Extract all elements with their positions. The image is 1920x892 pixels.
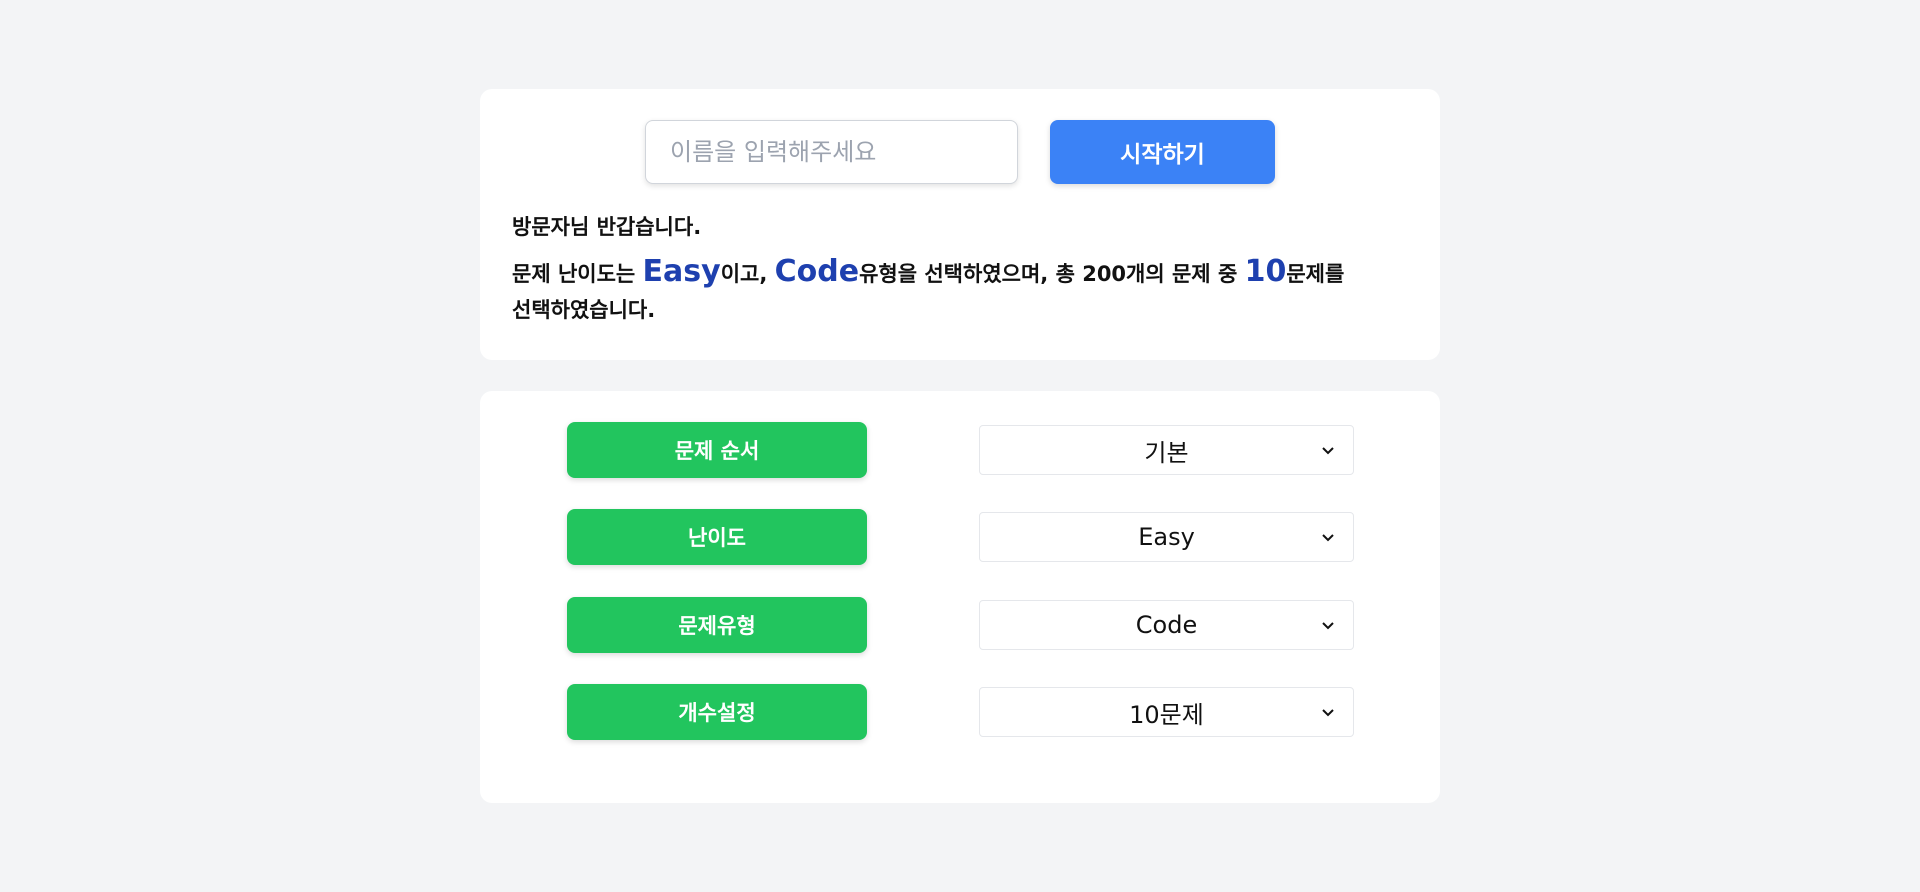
intro-card: 시작하기 방문자님 반갑습니다. 문제 난이도는 Easy이고, Code유형을…	[480, 89, 1440, 360]
count-select[interactable]: 10문제	[979, 687, 1354, 737]
count-label-button[interactable]: 개수설정	[567, 684, 867, 740]
name-input[interactable]	[645, 120, 1018, 184]
type-select[interactable]: Code	[979, 600, 1354, 650]
order-select[interactable]: 기본	[979, 425, 1354, 475]
summary-text: 문제 난이도는	[512, 262, 643, 286]
type-label-button[interactable]: 문제유형	[567, 597, 867, 653]
summary-text: 유형을 선택하였으며, 총 200개의 문제 중	[859, 262, 1245, 286]
summary-difficulty: Easy	[642, 254, 721, 289]
summary-text: 이고,	[720, 262, 775, 286]
settings-card: 문제 순서 기본 난이도 Easy 문제유형 Code 개수설정 10문제	[480, 391, 1440, 803]
order-select-value: 기본	[1144, 438, 1189, 467]
difficulty-select-value: Easy	[1138, 523, 1195, 551]
summary-type: Code	[774, 254, 860, 289]
order-label-button[interactable]: 문제 순서	[567, 422, 867, 478]
chevron-down-icon	[1322, 534, 1334, 542]
setting-row-difficulty: 난이도 Easy	[480, 509, 1440, 565]
difficulty-select[interactable]: Easy	[979, 512, 1354, 562]
selection-summary: 문제 난이도는 Easy이고, Code유형을 선택하였으며, 총 200개의 …	[512, 254, 1412, 328]
chevron-down-icon	[1322, 622, 1334, 630]
count-select-value: 10문제	[1129, 700, 1204, 729]
setting-row-type: 문제유형 Code	[480, 597, 1440, 653]
setting-row-order: 문제 순서 기본	[480, 422, 1440, 478]
setting-row-count: 개수설정 10문제	[480, 684, 1440, 740]
chevron-down-icon	[1322, 447, 1334, 455]
type-select-value: Code	[1135, 611, 1198, 639]
difficulty-label-button[interactable]: 난이도	[567, 509, 867, 565]
chevron-down-icon	[1322, 709, 1334, 717]
summary-count: 10	[1244, 254, 1287, 289]
start-button[interactable]: 시작하기	[1050, 120, 1275, 184]
greeting-text: 방문자님 반갑습니다.	[512, 215, 702, 239]
